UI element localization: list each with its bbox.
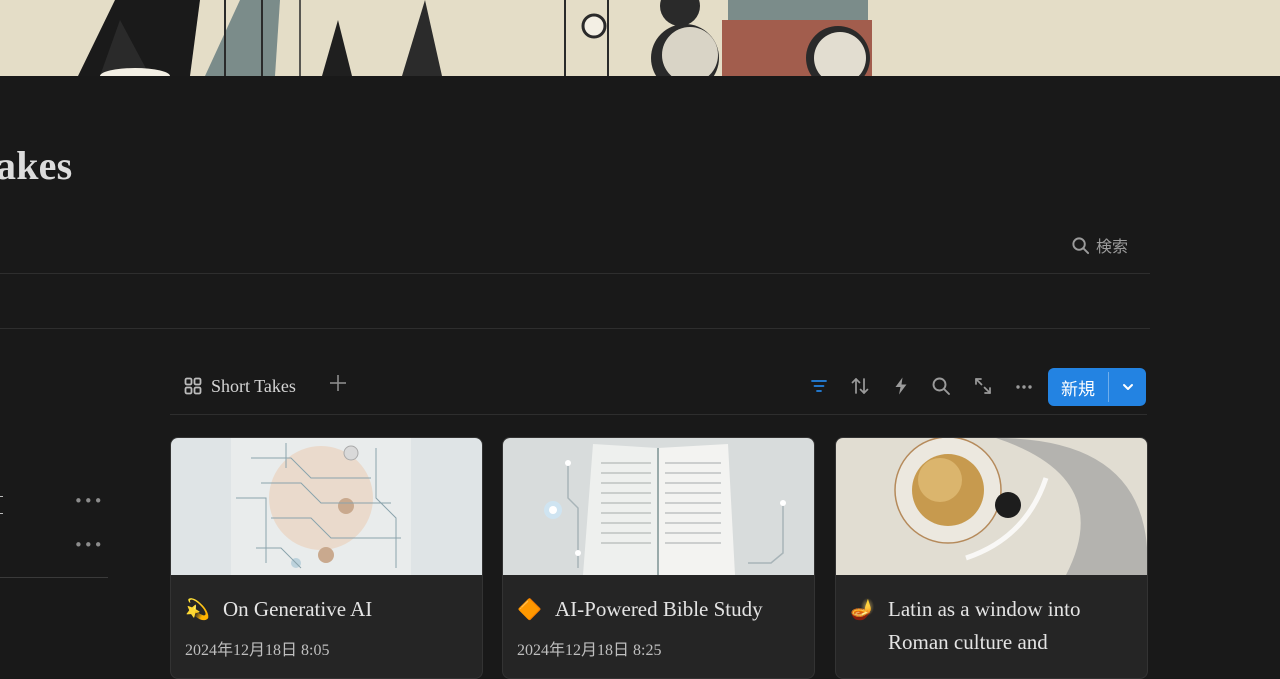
gallery-card[interactable]: 🔶 AI-Powered Bible Study 2024年12月18日 8:2… (502, 437, 815, 679)
orange-diamond-icon: 🔶 (517, 597, 542, 621)
cover-image (0, 0, 1280, 76)
search-icon (1072, 236, 1090, 254)
card-title-text: On Generative AI (223, 597, 373, 621)
lamp-icon: 🪔 (850, 597, 875, 621)
view-divider (170, 414, 1147, 415)
sidebar-item-more-icon[interactable]: ••• (74, 492, 104, 510)
add-view-button[interactable] (328, 373, 350, 397)
card-title: 🔶 AI-Powered Bible Study (517, 593, 800, 626)
sort-icon (851, 378, 869, 394)
gallery-card[interactable]: 💫 On Generative AI 2024年12月18日 8:05 (170, 437, 483, 679)
more-icon (1016, 385, 1032, 389)
sidebar-item-marker (0, 513, 3, 514)
sort-button[interactable] (848, 374, 872, 398)
search-view-button[interactable] (929, 374, 953, 398)
card-title-text: AI-Powered Bible Study (555, 597, 763, 621)
lightning-icon (895, 377, 907, 395)
sidebar-item-more-icon[interactable]: ••• (74, 536, 104, 554)
chevron-down-icon (1122, 384, 1133, 390)
search-button[interactable]: 検索 (1071, 232, 1128, 258)
divider (0, 328, 1150, 329)
card-cover-image (171, 438, 482, 575)
sidebar-divider (0, 577, 108, 578)
card-title-text: Latin as a window into Roman culture and (888, 597, 1081, 654)
card-title: 🪔 Latin as a window into Roman culture a… (850, 593, 1133, 659)
new-button[interactable]: 新規 (1048, 368, 1108, 406)
more-button[interactable] (1012, 374, 1036, 398)
search-icon (932, 377, 950, 395)
filter-button[interactable] (807, 374, 831, 398)
gallery-icon (184, 377, 202, 395)
search-label: 検索 (1096, 237, 1129, 256)
plus-icon (330, 375, 346, 391)
card-cover-image (836, 438, 1147, 575)
new-dropdown-button[interactable] (1109, 368, 1146, 406)
card-title: 💫 On Generative AI (185, 593, 468, 626)
tab-label: Short Takes (211, 375, 296, 396)
dizzy-icon: 💫 (185, 597, 210, 621)
expand-icon (975, 378, 991, 394)
new-button-group: 新規 (1048, 368, 1146, 406)
automation-button[interactable] (889, 374, 913, 398)
sidebar-item-marker (0, 496, 3, 497)
expand-button[interactable] (971, 374, 995, 398)
page-title: akes (0, 143, 73, 188)
card-cover-image (503, 438, 814, 575)
card-date: 2024年12月18日 8:05 (185, 642, 330, 659)
divider (0, 273, 1150, 274)
gallery-card[interactable]: 🪔 Latin as a window into Roman culture a… (835, 437, 1148, 679)
card-date: 2024年12月18日 8:25 (517, 642, 662, 659)
filter-icon (811, 380, 827, 392)
tab-short-takes[interactable]: Short Takes (183, 372, 296, 400)
